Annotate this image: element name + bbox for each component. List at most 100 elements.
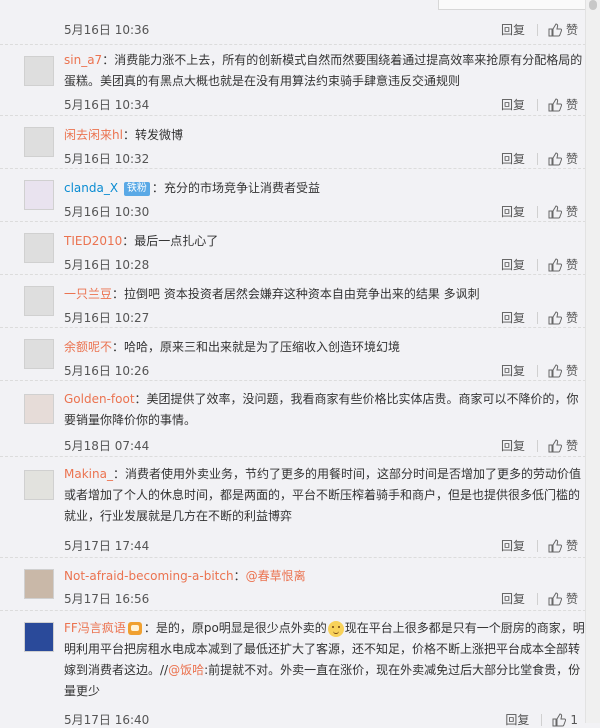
comment-item: Golden-foot：美团提供了效率，没问题，我看商家有些价格比实体店贵。商家… — [0, 380, 586, 457]
comment-content: 拉倒吧 资本投资者居然会嫌弃这种资本自由竞争出来的结果 多讽刺 — [124, 287, 480, 301]
avatar[interactable] — [24, 569, 54, 599]
username-link[interactable]: 闲去闲来hl — [64, 128, 123, 142]
username-link[interactable]: 余额呢不 — [64, 340, 112, 354]
like-button[interactable]: 赞 — [548, 203, 578, 220]
action-divider — [536, 592, 538, 605]
avatar[interactable] — [24, 180, 54, 210]
like-button[interactable]: 赞 — [548, 590, 578, 607]
comment-time: 5月16日 10:30 — [64, 205, 150, 219]
comment-content: 是的，原po明显是很少点外卖的 — [155, 621, 327, 635]
like-button[interactable]: 赞 — [548, 309, 578, 326]
like-label: 赞 — [565, 152, 578, 166]
comment-actions: 回复 赞 — [501, 21, 578, 38]
like-label: 赞 — [565, 311, 578, 325]
action-divider — [536, 439, 538, 452]
comment-actions: 回复 赞 — [501, 362, 578, 379]
comment-actions: 回复 赞 — [501, 256, 578, 273]
comment-time: 5月16日 10:27 — [64, 311, 150, 325]
comment-text: FF冯言疯语 ：是的，原po明显是很少点外卖的 现在平台上很多都是只有一个厨房的商家… — [64, 620, 585, 698]
avatar[interactable] — [24, 233, 54, 263]
mention-link[interactable]: @饭哈 — [168, 663, 204, 677]
comment-text: TIED2010：最后一点扎心了 — [64, 234, 219, 248]
reply-button[interactable]: 回复 — [501, 150, 525, 167]
thumbs-up-icon — [552, 712, 567, 726]
comment-item: Not-afraid-becoming-a-bitch：@春草恨离 5月17日 … — [0, 557, 586, 611]
thumbs-up-icon — [548, 204, 562, 218]
like-label: 赞 — [565, 205, 578, 219]
reply-button[interactable]: 回复 — [501, 256, 525, 273]
avatar[interactable] — [24, 470, 54, 500]
reply-button[interactable]: 回复 — [501, 21, 525, 38]
username-link[interactable]: sin_a7 — [64, 53, 102, 67]
comment-actions: 回复 赞 — [501, 96, 578, 113]
comment-item: sin_a7：消费能力涨不上去，所有的创新模式自然而然要围绕着通过提高效率来抢原… — [0, 44, 586, 116]
reply-button[interactable]: 回复 — [505, 711, 529, 728]
comment-actions: 回复 赞 — [501, 537, 578, 554]
username-link[interactable]: Golden-foot — [64, 392, 135, 406]
comment-item: clanda_X 铁粉 ：充分的市场竞争让消费者受益 5月16日 10:30 回复… — [0, 168, 586, 222]
scrollbar-thumb[interactable] — [589, 0, 597, 10]
comment-text: Golden-foot：美团提供了效率，没问题，我看商家有些价格比实体店贵。商家… — [64, 392, 579, 427]
action-divider — [536, 311, 538, 324]
like-label: 赞 — [565, 258, 578, 272]
reply-button[interactable]: 回复 — [501, 203, 525, 220]
comment-item: 余额呢不：哈哈，原来三和出来就是为了压缩收入创造环境幻境 5月16日 10:26… — [0, 327, 586, 381]
comment-content: 哈哈，原来三和出来就是为了压缩收入创造环境幻境 — [124, 340, 401, 354]
reply-button[interactable]: 回复 — [501, 362, 525, 379]
comment-time: 5月16日 10:34 — [64, 98, 150, 112]
username-link[interactable]: Makina_ — [64, 467, 113, 481]
comment-time: 5月16日 10:28 — [64, 258, 150, 272]
reply-button[interactable]: 回复 — [501, 96, 525, 113]
comment-time: 5月18日 07:44 — [64, 439, 150, 453]
avatar[interactable] — [24, 286, 54, 316]
comment-item-partial: 5月16日 10:36 回复 赞 — [0, 0, 588, 45]
like-label: 赞 — [565, 439, 578, 453]
avatar[interactable] — [24, 56, 54, 86]
action-divider — [536, 364, 538, 377]
reply-button[interactable]: 回复 — [501, 309, 525, 326]
scrollbar[interactable] — [585, 0, 600, 723]
avatar[interactable] — [24, 127, 54, 157]
comment-text: Not-afraid-becoming-a-bitch：@春草恨离 — [64, 569, 306, 583]
comment-actions: 回复 赞 — [501, 309, 578, 326]
like-button[interactable]: 赞 — [548, 437, 578, 454]
comment-text: Makina_：消费者使用外卖业务，节约了更多的用餐时间，这部分时间是否增加了更… — [64, 467, 581, 523]
avatar[interactable] — [24, 339, 54, 369]
reply-button[interactable]: 回复 — [501, 590, 525, 607]
thumbs-up-icon — [548, 310, 562, 324]
comment-content: 最后一点扎心了 — [134, 234, 219, 248]
avatar[interactable] — [24, 622, 54, 652]
username-link[interactable]: clanda_X — [64, 181, 118, 195]
comment-content: 充分的市场竞争让消费者受益 — [163, 181, 320, 195]
like-button[interactable]: 赞 — [548, 362, 578, 379]
like-button[interactable]: 赞 — [548, 21, 578, 38]
mention-link[interactable]: @春草恨离 — [246, 569, 306, 583]
like-button[interactable]: 赞 — [548, 256, 578, 273]
like-label: 赞 — [565, 539, 578, 553]
comment-actions: 回复 赞 — [501, 203, 578, 220]
reply-button[interactable]: 回复 — [501, 537, 525, 554]
username-link[interactable]: FF冯言疯语 — [64, 621, 126, 635]
vip-badge-icon — [127, 622, 142, 635]
comment-text: 闲去闲来hl：转发微博 — [64, 128, 183, 142]
username-link[interactable]: TIED2010 — [64, 234, 122, 248]
username-link[interactable]: 一只兰豆 — [64, 287, 112, 301]
like-button[interactable]: 赞 — [548, 96, 578, 113]
action-divider — [536, 539, 538, 552]
emoji-icon — [327, 620, 344, 637]
avatar[interactable] — [24, 394, 54, 424]
comment-text: 一只兰豆：拉倒吧 资本投资者居然会嫌弃这种资本自由竞争出来的结果 多讽刺 — [64, 287, 480, 301]
action-divider — [536, 152, 538, 165]
like-button[interactable]: 1 — [552, 713, 578, 727]
comment-item: TIED2010：最后一点扎心了 5月16日 10:28 回复 赞 — [0, 221, 586, 275]
username-link[interactable]: Not-afraid-becoming-a-bitch — [64, 569, 234, 583]
like-label: 赞 — [565, 364, 578, 378]
like-button[interactable]: 赞 — [548, 537, 578, 554]
action-divider — [536, 23, 538, 36]
like-button[interactable]: 赞 — [548, 150, 578, 167]
comment-time: 5月16日 10:26 — [64, 364, 150, 378]
comment-time: 5月17日 16:56 — [64, 592, 150, 606]
comment-time: 5月16日 10:32 — [64, 152, 150, 166]
reply-button[interactable]: 回复 — [501, 437, 525, 454]
comment-item: Makina_：消费者使用外卖业务，节约了更多的用餐时间，这部分时间是否增加了更… — [0, 456, 586, 558]
